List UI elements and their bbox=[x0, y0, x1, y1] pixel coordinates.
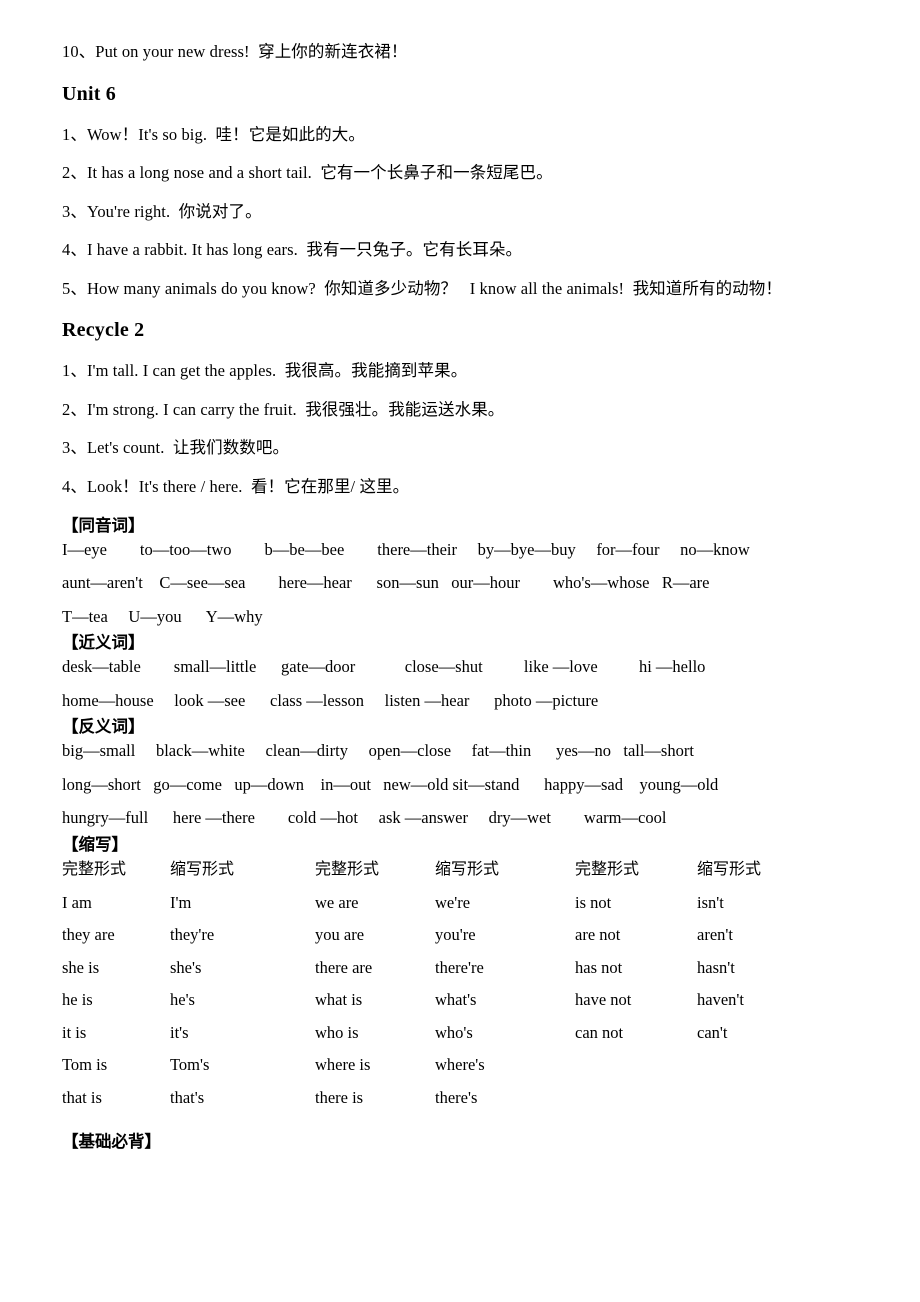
table-row: Tom is Tom's where is where's bbox=[62, 1057, 802, 1090]
full-form-cell: where is bbox=[315, 1055, 371, 1075]
word-pair-row: aunt—aren't C—see—sea here—hear son—sun … bbox=[62, 573, 710, 593]
short-form-cell: Tom's bbox=[170, 1055, 210, 1075]
short-form-cell: he's bbox=[170, 990, 195, 1010]
document-page: 10、Put on your new dress! 穿上你的新连衣裙！ Unit… bbox=[0, 0, 920, 1302]
full-form-cell: who is bbox=[315, 1022, 359, 1042]
column-header: 缩写形式 bbox=[170, 858, 235, 878]
homophones-section: 【同音词】 I—eye to—too—two b—be—bee there—th… bbox=[62, 516, 864, 626]
sentence-line: 4、Look！It's there / here. 看！它在那里/ 这里。 bbox=[62, 476, 410, 496]
short-form-cell: you're bbox=[435, 925, 476, 945]
short-form-cell: I'm bbox=[170, 892, 192, 912]
synonyms-section: 【近义词】 desk—table small—little gate—door … bbox=[62, 633, 864, 710]
full-form-cell: that is bbox=[62, 1087, 102, 1107]
column-header: 缩写形式 bbox=[697, 858, 762, 878]
word-pair-row: I—eye to—too—two b—be—bee there—their by… bbox=[62, 539, 750, 559]
table-row: I am I'm we are we're is not isn't bbox=[62, 892, 802, 928]
sentence-line: 2、It has a long nose and a short tail. 它… bbox=[62, 163, 553, 182]
synonyms-heading: 【近义词】 bbox=[62, 633, 145, 653]
word-pair-row: desk—table small—little gate—door close—… bbox=[62, 657, 706, 677]
short-form-cell: isn't bbox=[697, 892, 724, 912]
sentence-line: 5、How many animals do you know? 你知道多少动物？… bbox=[62, 278, 782, 298]
short-form-cell: we're bbox=[435, 892, 471, 912]
full-form-cell: you are bbox=[315, 925, 365, 945]
full-form-cell: they are bbox=[62, 925, 115, 945]
basics-heading: 【基础必背】 bbox=[62, 1132, 161, 1152]
contractions-table: 完整形式 缩写形式 完整形式 缩写形式 完整形式 缩写形式 I am I'm w… bbox=[62, 858, 802, 1123]
column-header: 完整形式 bbox=[62, 858, 127, 878]
short-form-cell: it's bbox=[170, 1022, 189, 1042]
table-header-row: 完整形式 缩写形式 完整形式 缩写形式 完整形式 缩写形式 bbox=[62, 858, 802, 895]
sentence-line: 3、Let's count. 让我们数数吧。 bbox=[62, 438, 290, 457]
sentence-line: 1、I'm tall. I can get the apples. 我很高。我能… bbox=[62, 361, 468, 380]
table-row: it is it's who is who's can not can't bbox=[62, 1022, 802, 1058]
antonyms-heading: 【反义词】 bbox=[62, 717, 145, 737]
full-form-cell: what is bbox=[315, 990, 363, 1010]
sentence-line: 1、Wow！It's so big. 哇！它是如此的大。 bbox=[62, 124, 365, 144]
full-form-cell bbox=[575, 1057, 697, 1090]
column-header: 缩写形式 bbox=[435, 858, 500, 878]
short-form-cell: who's bbox=[435, 1022, 473, 1042]
full-form-cell: she is bbox=[62, 957, 100, 977]
recycle2-heading: Recycle 2 bbox=[62, 319, 145, 341]
full-form-cell: is not bbox=[575, 892, 612, 912]
homophones-heading: 【同音词】 bbox=[62, 516, 145, 535]
full-form-cell: I am bbox=[62, 892, 92, 912]
short-form-cell: there's bbox=[435, 1087, 478, 1107]
sentence-line: 2、I'm strong. I can carry the fruit. 我很强… bbox=[62, 399, 505, 419]
column-header: 完整形式 bbox=[575, 858, 640, 878]
table-row: they are they're you are you're are not … bbox=[62, 927, 802, 960]
short-form-cell: what's bbox=[435, 990, 477, 1010]
short-form-cell: where's bbox=[435, 1055, 485, 1075]
full-form-cell: can not bbox=[575, 1022, 624, 1042]
table-row: that is that's there is there's bbox=[62, 1087, 802, 1123]
short-form-cell: hasn't bbox=[697, 957, 735, 977]
short-form-cell: she's bbox=[170, 957, 202, 977]
full-form-cell bbox=[575, 1090, 697, 1123]
full-form-cell: Tom is bbox=[62, 1055, 108, 1075]
short-form-cell: aren't bbox=[697, 925, 733, 945]
table-row: she is she's there are there're has not … bbox=[62, 957, 802, 993]
sentence-line: 10、Put on your new dress! 穿上你的新连衣裙！ bbox=[62, 42, 408, 61]
word-pair-row: T—tea U—you Y—why bbox=[62, 606, 263, 626]
full-form-cell: we are bbox=[315, 892, 359, 912]
contractions-heading: 【缩写】 bbox=[62, 834, 128, 854]
unit6-heading: Unit 6 bbox=[62, 82, 116, 105]
full-form-cell: there is bbox=[315, 1087, 364, 1107]
sentence-line: 4、I have a rabbit. It has long ears. 我有一… bbox=[62, 240, 523, 259]
sentence-line: 3、You're right. 你说对了。 bbox=[62, 201, 262, 221]
short-form-cell: they're bbox=[170, 925, 215, 945]
short-form-cell bbox=[697, 1090, 802, 1123]
full-form-cell: he is bbox=[62, 990, 93, 1010]
contractions-section: 【缩写】 完整形式 缩写形式 完整形式 缩写形式 完整形式 缩写形式 I am … bbox=[62, 834, 864, 1123]
short-form-cell: that's bbox=[170, 1087, 205, 1107]
table-row: he is he's what is what's have not haven… bbox=[62, 992, 802, 1025]
full-form-cell: are not bbox=[575, 925, 621, 945]
column-header: 完整形式 bbox=[315, 858, 380, 878]
full-form-cell: have not bbox=[575, 990, 632, 1010]
word-pair-row: big—small black—white clean—dirty open—c… bbox=[62, 741, 694, 761]
short-form-cell bbox=[697, 1057, 802, 1090]
antonyms-section: 【反义词】 big—small black—white clean—dirty … bbox=[62, 717, 864, 828]
word-pair-row: hungry—full here —there cold —hot ask —a… bbox=[62, 808, 667, 828]
full-form-cell: it is bbox=[62, 1022, 87, 1042]
full-form-cell: there are bbox=[315, 957, 373, 977]
word-pair-row: long—short go—come up—down in—out new—ol… bbox=[62, 774, 719, 794]
short-form-cell: there're bbox=[435, 957, 484, 977]
word-pair-row: home—house look —see class —lesson liste… bbox=[62, 690, 599, 710]
full-form-cell: has not bbox=[575, 957, 623, 977]
short-form-cell: can't bbox=[697, 1022, 728, 1042]
short-form-cell: haven't bbox=[697, 990, 744, 1010]
